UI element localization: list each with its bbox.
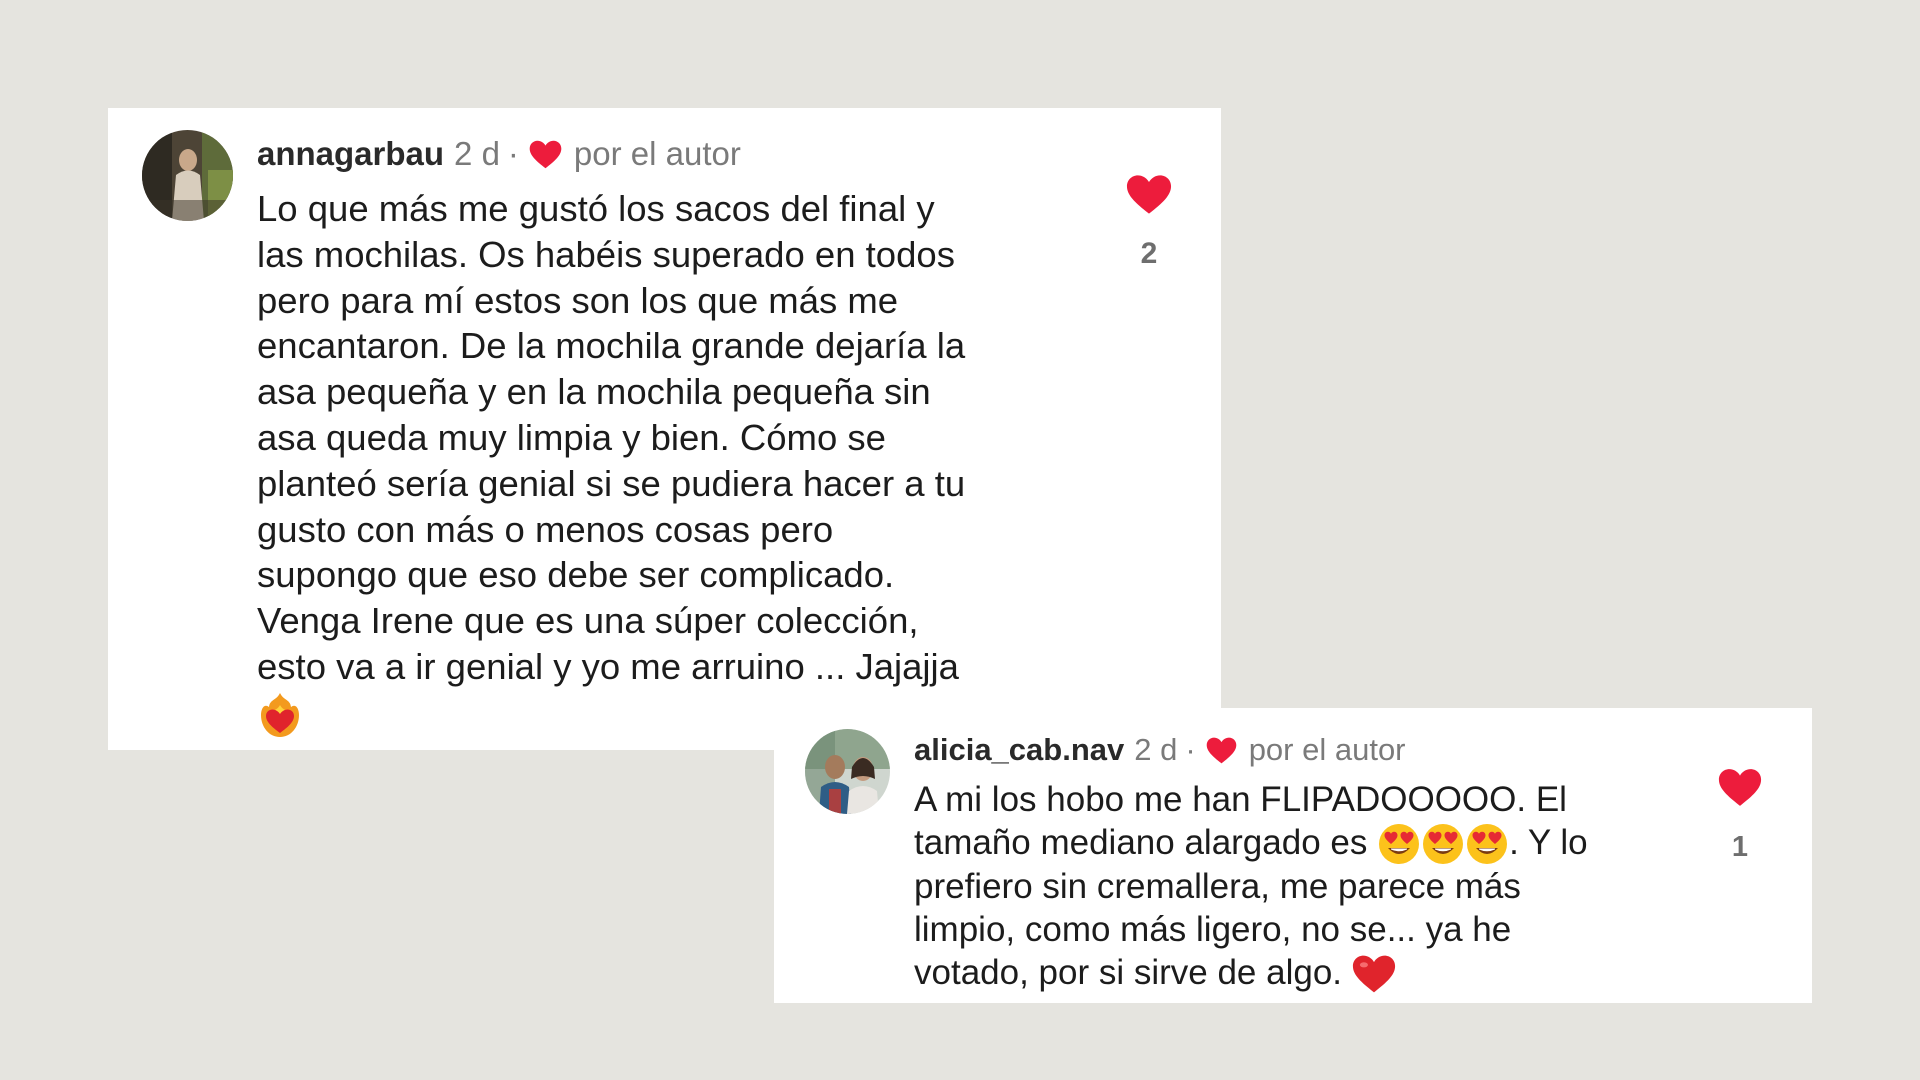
like-count: 2: [1140, 237, 1158, 270]
comment-text: A mi los hobo me han FLIPADOOOOO. El tam…: [914, 779, 1588, 994]
comment-card: annagarbau 2 d · por el autor Lo que más…: [108, 108, 1221, 750]
like-control: 1: [1705, 768, 1775, 864]
comment-card: alicia_cab.nav 2 d · por el autor A mi l…: [774, 708, 1812, 1003]
comment-line: las mochilas. Os habéis superado en todo…: [257, 233, 955, 275]
like-count: 1: [1731, 831, 1749, 863]
comment-line: gusto con más o menos cosas pero: [257, 508, 834, 550]
comment-line: asa pequeña y en la mochila pequeña sin: [257, 371, 931, 413]
liked-by-author-label: por el autor: [1248, 732, 1406, 767]
liked-by-author-label: por el autor: [573, 135, 741, 172]
comment-line: pero para mí estos son los que más me: [257, 279, 899, 321]
comment-text: Lo que más me gustó los sacos del final …: [257, 186, 965, 739]
comment-line: limpio, como más ligero, no se... ya he: [914, 909, 1512, 949]
comment-meta: alicia_cab.nav 2 d · por el autor: [914, 729, 1406, 771]
comment-line-segment: . Y lo: [1509, 822, 1588, 862]
heart-icon[interactable]: [1705, 768, 1775, 807]
comment-line: supongo que eso debe ser complicado.: [257, 554, 895, 596]
timestamp: 2 d: [1134, 732, 1178, 767]
separator-dot: ·: [507, 135, 519, 172]
username[interactable]: annagarbau: [257, 135, 444, 173]
heart-icon: [529, 140, 562, 169]
red-heart-emoji: [1352, 954, 1396, 994]
comment-line: planteó sería genial si se pudiera hacer…: [257, 462, 966, 504]
comment-line: prefiero sin cremallera, me parece más: [914, 867, 1521, 907]
comment-line: esto va a ir genial y yo me arruino ... …: [257, 645, 959, 687]
heart-on-fire-emoji: [257, 691, 303, 739]
comment-line: tamaño mediano alargado es . Y lo: [914, 822, 1588, 867]
comment-line-segment: votado, por si sirve de algo.: [914, 952, 1343, 992]
comment-line: A mi los hobo me han FLIPADOOOOO. El: [914, 780, 1567, 819]
comment-line: Venga Irene que es una súper colección,: [257, 600, 919, 642]
comment-line-segment: tamaño mediano alargado es: [914, 822, 1368, 862]
separator-dot: ·: [1185, 732, 1196, 767]
heart-eyes-emoji: [1465, 822, 1509, 866]
comment-line: asa queda muy limpia y bien. Cómo se: [257, 416, 886, 458]
timestamp: 2 d: [454, 135, 500, 172]
avatar[interactable]: [805, 729, 890, 814]
heart-icon: [1206, 737, 1237, 764]
avatar[interactable]: [142, 130, 233, 221]
comment-meta: annagarbau 2 d · por el autor: [257, 132, 741, 176]
heart-eyes-emoji: [1377, 822, 1421, 866]
comment-line: Lo que más me gustó los sacos del final …: [257, 188, 935, 229]
heart-icon[interactable]: [1114, 174, 1184, 215]
heart-eyes-emoji: [1421, 822, 1465, 866]
username[interactable]: alicia_cab.nav: [914, 732, 1124, 768]
like-control: 2: [1114, 174, 1184, 271]
comment-line: votado, por si sirve de algo.: [914, 952, 1588, 995]
comment-line: encantaron. De la mochila grande dejaría…: [257, 325, 966, 367]
